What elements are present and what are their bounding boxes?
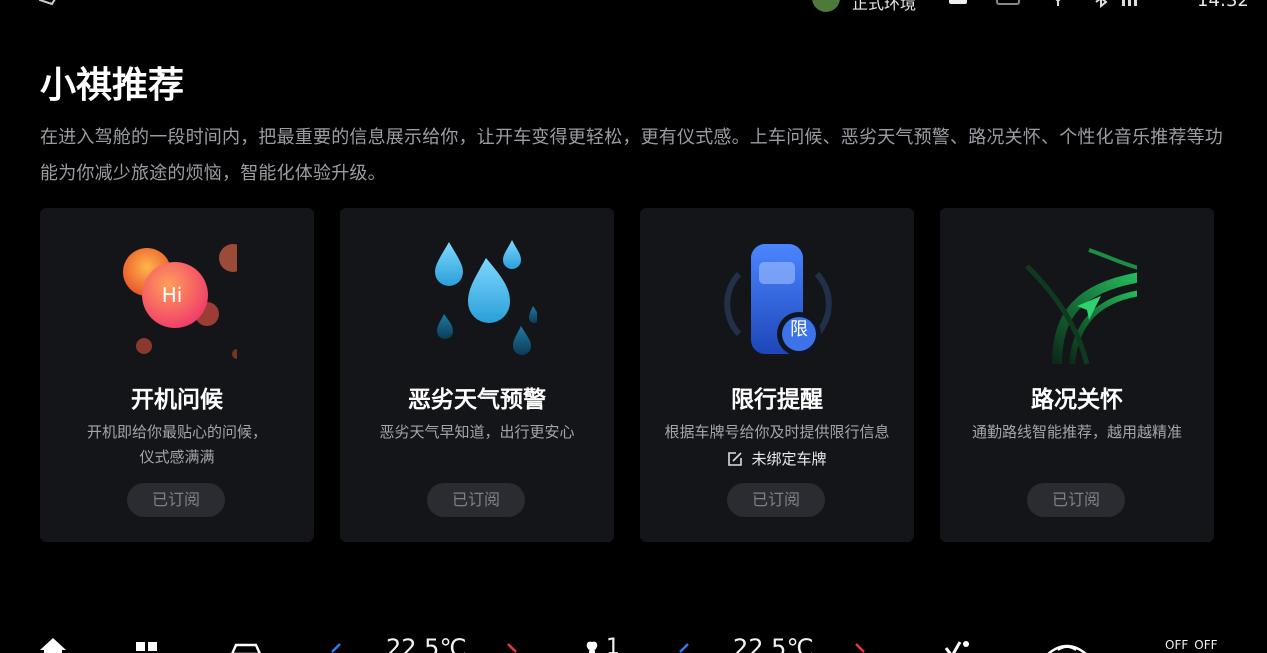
car-icon[interactable] xyxy=(228,634,264,653)
bind-plate-label: 未绑定车牌 xyxy=(751,450,827,468)
signal-icon xyxy=(1120,0,1144,12)
card-weather[interactable]: 恶劣天气预警 恶劣天气早知道，出行更安心 已订阅 xyxy=(340,208,614,542)
right-temp-up-icon[interactable] xyxy=(852,636,868,653)
profile-icon[interactable] xyxy=(38,0,74,12)
left-temperature: 22.5℃ xyxy=(386,634,467,653)
card-subtitle: 通勤路线智能推荐，越用越精准 xyxy=(971,423,1182,441)
left-temp-down-icon[interactable] xyxy=(328,636,344,653)
card-road[interactable]: 路况关怀 通勤路线智能推荐，越用越精准 已订阅 xyxy=(940,208,1214,542)
right-temperature: 22.5℃ xyxy=(733,634,814,653)
card-title: 恶劣天气预警 xyxy=(408,387,546,413)
raindrops-icon xyxy=(435,240,537,355)
seat-off-right: OFF xyxy=(1194,638,1218,652)
subscribed-button[interactable]: 已订阅 xyxy=(127,483,225,517)
clock: 14:32 xyxy=(1197,0,1249,11)
page-header: 小祺推荐 在进入驾舱的一段时间内，把最重要的信息展示给你，让开车变得更轻松，更有… xyxy=(40,64,1230,192)
environment-label: 正式环境 xyxy=(852,0,917,13)
fan-level: 1 xyxy=(606,635,620,653)
greeting-hi-label: Hi xyxy=(161,283,183,307)
card-restriction[interactable]: 限 限行提醒 根据车牌号给你及时提供限行信息 未绑定车牌 已订阅 xyxy=(640,208,914,542)
right-temp-down-icon[interactable] xyxy=(676,636,692,653)
card-title: 开机问候 xyxy=(131,387,223,413)
home-icon[interactable] xyxy=(38,634,68,653)
card-title: 限行提醒 xyxy=(731,387,823,413)
subscribed-button[interactable]: 已订阅 xyxy=(727,483,825,517)
card-greeting[interactable]: Hi 开机问候 开机即给你最贴心的问候，仪式感满满 已订阅 xyxy=(40,208,314,542)
edit-icon xyxy=(728,452,743,466)
page-description: 在进入驾舱的一段时间内，把最重要的信息展示给你，让开车变得更轻松，更有仪式感。上… xyxy=(40,127,1223,184)
card-title: 路况关怀 xyxy=(1031,387,1123,413)
card-subtitle: 开机即给你最贴心的问候，仪式感满满 xyxy=(86,423,267,466)
usb-icon xyxy=(1050,0,1066,12)
bind-plate-link[interactable]: 未绑定车牌 xyxy=(640,448,914,469)
subscribed-button[interactable]: 已订阅 xyxy=(1027,483,1125,517)
seat-off-left: OFF xyxy=(1165,638,1189,652)
defrost-icon[interactable] xyxy=(1044,634,1090,653)
card-subtitle: 根据车牌号给你及时提供限行信息 xyxy=(664,423,890,441)
fan-icon[interactable] xyxy=(580,634,604,653)
wifi-icon xyxy=(1150,0,1174,12)
restriction-badge-label: 限 xyxy=(790,319,808,340)
left-temp-up-icon[interactable] xyxy=(504,636,520,653)
car-restriction-icon xyxy=(724,244,832,356)
screen-icon[interactable] xyxy=(996,0,1020,12)
subscribed-button[interactable]: 已订阅 xyxy=(427,483,525,517)
page-title: 小祺推荐 xyxy=(40,65,185,106)
message-icon[interactable] xyxy=(948,0,968,12)
status-bar: 正式环境 14:32 xyxy=(0,0,1267,14)
feature-cards: Hi 开机问候 开机即给你最贴心的问候，仪式感满满 已订阅 恶劣天气预警 恶劣天… xyxy=(40,208,1215,542)
apps-icon[interactable] xyxy=(134,634,160,653)
seat-off-toggle[interactable]: OFF OFF xyxy=(1165,638,1218,652)
seat-heat-icon[interactable] xyxy=(940,634,970,653)
card-subtitle: 恶劣天气早知道，出行更安心 xyxy=(379,423,575,441)
climate-dock: 22.5℃ 1 22.5℃ OFF OFF xyxy=(0,630,1267,653)
bluetooth-icon xyxy=(1094,0,1108,12)
avatar-icon[interactable] xyxy=(810,0,842,14)
road-route-icon xyxy=(1025,248,1137,365)
